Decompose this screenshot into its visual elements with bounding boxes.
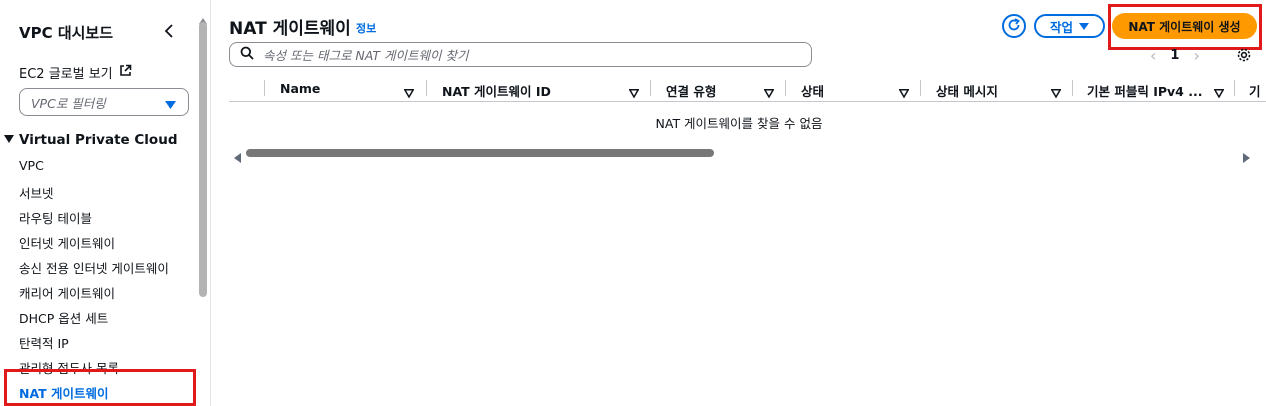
column-separator	[1234, 80, 1235, 96]
sidebar-item-route-tables[interactable]: 라우팅 테이블	[19, 208, 92, 227]
vpc-filter-select[interactable]: VPC로 필터링	[19, 88, 189, 116]
scroll-right-arrow-icon[interactable]	[1242, 148, 1250, 163]
info-link[interactable]: 정보	[356, 20, 376, 36]
sidebar-item-dhcp-options[interactable]: DHCP 옵션 세트	[19, 308, 108, 327]
sidebar: VPC 대시보드 EC2 글로벌 보기 VPC로 필터링 Virtual Pri…	[0, 0, 196, 406]
sidebar-item-subnets[interactable]: 서브넷	[19, 183, 54, 202]
sort-icon[interactable]	[898, 83, 910, 99]
column-header-name[interactable]: Name	[280, 81, 320, 96]
search-icon	[240, 46, 254, 63]
scroll-left-arrow-icon[interactable]	[234, 148, 242, 163]
column-header-primary-public-ipv4[interactable]: 기본 퍼블릭 IPv4 ...	[1087, 81, 1202, 100]
sidebar-item-internet-gateways[interactable]: 인터넷 게이트웨이	[19, 233, 115, 252]
chevron-left-icon[interactable]	[161, 21, 177, 41]
sort-icon[interactable]	[1213, 83, 1225, 99]
sidebar-item-egress-only-gateways[interactable]: 송신 전용 인터넷 게이트웨이	[19, 258, 169, 277]
sidebar-section-vpc[interactable]: Virtual Private Cloud	[4, 132, 177, 148]
sidebar-item-carrier-gateways[interactable]: 캐리어 게이트웨이	[19, 283, 115, 302]
column-separator	[920, 80, 921, 96]
scroll-up-arrow-icon[interactable]	[199, 10, 207, 24]
column-separator	[785, 80, 786, 96]
column-separator	[1072, 80, 1073, 96]
column-header-connectivity-type[interactable]: 연결 유형	[666, 81, 716, 100]
table-empty-message: NAT 게이트웨이를 찾을 수 없음	[655, 116, 823, 131]
external-link-icon	[119, 64, 132, 81]
sort-icon[interactable]	[1050, 83, 1062, 99]
caret-down-icon	[1079, 19, 1089, 34]
sidebar-scrollbar[interactable]	[199, 22, 207, 297]
actions-label: 작업	[1049, 19, 1073, 35]
search-placeholder: 속성 또는 태그로 NAT 게이트웨이 찾기	[263, 48, 469, 63]
highlight-box-nat-sidebar	[4, 369, 196, 406]
table-header: Name NAT 게이트웨이 ID 연결 유형 상태 상태 메시지 기본 퍼블릭…	[229, 74, 1266, 102]
column-separator	[264, 80, 265, 96]
search-input[interactable]: 속성 또는 태그로 NAT 게이트웨이 찾기	[229, 42, 812, 67]
column-separator	[426, 80, 427, 96]
settings-icon[interactable]	[1236, 47, 1252, 63]
column-header-state[interactable]: 상태	[801, 81, 824, 100]
actions-dropdown-button[interactable]: 작업	[1034, 14, 1105, 38]
sidebar-section-label: Virtual Private Cloud	[19, 132, 178, 148]
column-header-truncated[interactable]: 기	[1249, 81, 1261, 100]
ec2-global-view-link[interactable]: EC2 글로벌 보기	[19, 63, 132, 82]
sidebar-item-elastic-ip[interactable]: 탄력적 IP	[19, 333, 69, 352]
sidebar-title[interactable]: VPC 대시보드	[19, 22, 113, 43]
current-page[interactable]: 1	[1170, 48, 1179, 63]
highlight-box-create-button	[1108, 4, 1262, 50]
page-title: NAT 게이트웨이	[229, 19, 351, 39]
main-content: NAT 게이트웨이 정보 작업 NAT 게이트웨이 생성 속성 또는 태그로 N…	[212, 0, 1266, 406]
column-separator	[650, 80, 651, 96]
triangle-down-icon	[4, 132, 14, 148]
column-header-state-message[interactable]: 상태 메시지	[936, 81, 998, 100]
table-horizontal-scrollbar[interactable]	[246, 149, 714, 157]
refresh-icon	[1007, 17, 1021, 36]
caret-down-icon	[165, 98, 176, 113]
pagination: ‹ 1 ›	[1150, 46, 1200, 65]
sidebar-item-vpc[interactable]: VPC	[19, 158, 44, 173]
sort-icon[interactable]	[763, 83, 775, 99]
ec2-link-label: EC2 글로벌 보기	[19, 67, 113, 82]
sort-icon[interactable]	[628, 83, 640, 99]
sidebar-divider	[210, 0, 211, 406]
column-header-nat-gateway-id[interactable]: NAT 게이트웨이 ID	[442, 81, 551, 100]
refresh-button[interactable]	[1002, 14, 1026, 38]
vpc-filter-placeholder: VPC로 필터링	[31, 95, 106, 111]
next-page-button[interactable]: ›	[1193, 46, 1199, 65]
prev-page-button[interactable]: ‹	[1150, 46, 1156, 65]
sort-icon[interactable]	[403, 83, 415, 99]
